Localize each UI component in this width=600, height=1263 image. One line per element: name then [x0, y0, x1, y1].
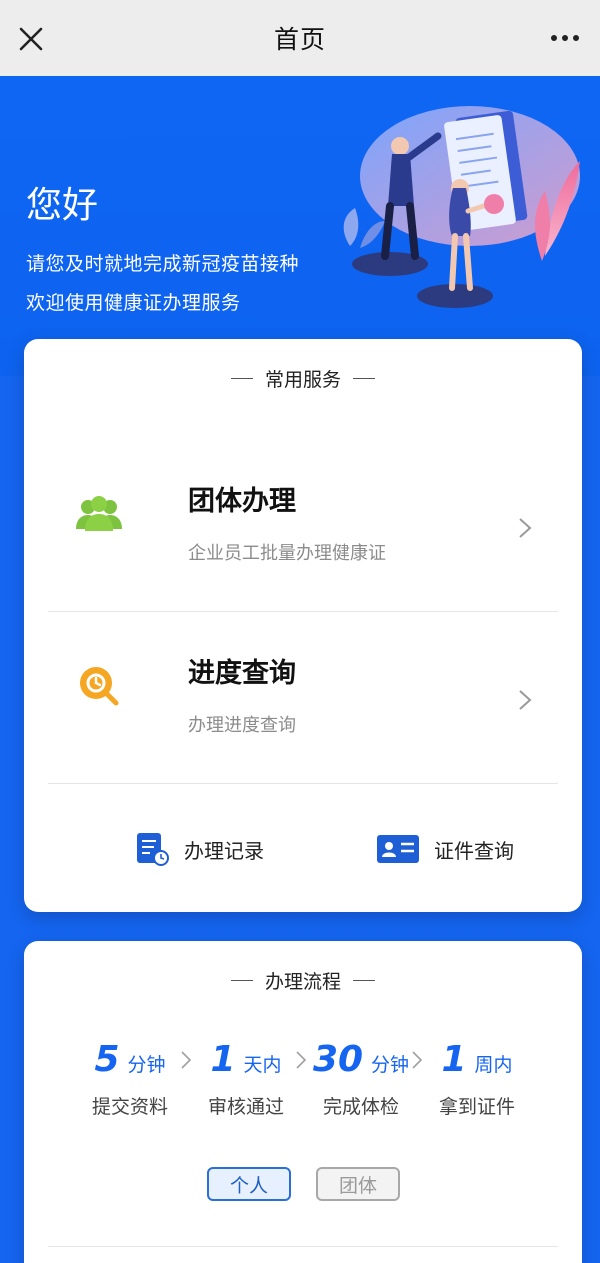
hero-welcome-text: 欢迎使用健康证办理服务	[26, 292, 241, 314]
id-card-icon	[377, 835, 419, 863]
common-services-header: 常用服务	[24, 365, 582, 392]
chevron-right-icon	[519, 690, 532, 710]
nav-bar: 首页	[0, 0, 600, 76]
process-steps: 5 分钟 提交资料 1 天内 审核通过 30 分钟 完成体检 1 周内 拿到证件	[24, 1039, 582, 1129]
progress-query-row[interactable]: 进度查询 办理进度查询	[48, 611, 558, 781]
row-divider	[48, 783, 558, 784]
step-number: 30	[312, 1039, 364, 1080]
group-processing-title: 团体办理	[188, 486, 296, 517]
chevron-right-icon	[519, 518, 532, 538]
process-flow-card: 办理流程 5 分钟 提交资料 1 天内 审核通过 30 分钟 完成体检 1 周内…	[24, 941, 582, 1263]
step-number: 5	[94, 1039, 120, 1080]
common-services-title: 常用服务	[264, 369, 341, 391]
title-dash-left	[230, 377, 253, 380]
tab-personal[interactable]: 个人	[207, 1167, 291, 1201]
progress-query-title: 进度查询	[188, 658, 296, 689]
step-submit: 5 分钟 提交资料	[74, 1039, 186, 1119]
step-receive: 1 周内 拿到证件	[421, 1039, 533, 1119]
page-title: 首页	[273, 25, 326, 54]
step-unit: 分钟	[371, 1054, 410, 1076]
progress-search-icon	[80, 667, 119, 706]
step-exam: 30 分钟 完成体检	[305, 1039, 417, 1119]
step-label: 审核通过	[207, 1096, 284, 1118]
hero-banner: 您好 请您及时就地完成新冠疫苗接种 欢迎使用健康证办理服务	[0, 76, 600, 376]
process-flow-title: 办理流程	[264, 971, 341, 993]
step-number: 1	[210, 1039, 236, 1080]
step-unit: 天内	[243, 1054, 282, 1076]
certificate-query-button[interactable]: 证件查询	[376, 819, 514, 879]
hero-greeting: 您好	[26, 185, 99, 226]
step-label: 提交资料	[91, 1096, 168, 1118]
group-processing-subtitle: 企业员工批量办理健康证	[188, 543, 386, 564]
group-icon	[76, 496, 122, 531]
hero-illustration	[343, 106, 580, 308]
title-dash-left	[230, 979, 253, 982]
tab-group[interactable]: 团体	[316, 1167, 400, 1201]
process-flow-header: 办理流程	[24, 967, 582, 994]
hero-vaccine-notice: 请您及时就地完成新冠疫苗接种	[26, 253, 300, 275]
certificate-query-label: 证件查询	[434, 838, 514, 863]
step-label: 完成体检	[322, 1096, 399, 1118]
progress-query-subtitle: 办理进度查询	[188, 715, 296, 736]
group-processing-row[interactable]: 团体办理 企业员工批量办理健康证	[48, 439, 558, 609]
common-services-card: 常用服务 团体办理 企业员工批量办理健康证 进度查询 办理进度查询 办理记录 证…	[24, 339, 582, 912]
title-dash-right	[353, 377, 375, 380]
step-unit: 周内	[474, 1054, 513, 1076]
title-dash-right	[353, 979, 375, 982]
step-number: 1	[441, 1039, 467, 1080]
records-button[interactable]: 办理记录	[134, 819, 264, 879]
more-icon[interactable]	[550, 30, 580, 46]
step-label: 拿到证件	[438, 1096, 515, 1118]
step-review: 1 天内 审核通过	[190, 1039, 302, 1119]
close-icon[interactable]	[18, 26, 44, 52]
row-divider	[48, 1246, 558, 1247]
step-unit: 分钟	[127, 1054, 166, 1076]
records-label: 办理记录	[184, 838, 264, 863]
records-icon	[137, 833, 169, 866]
